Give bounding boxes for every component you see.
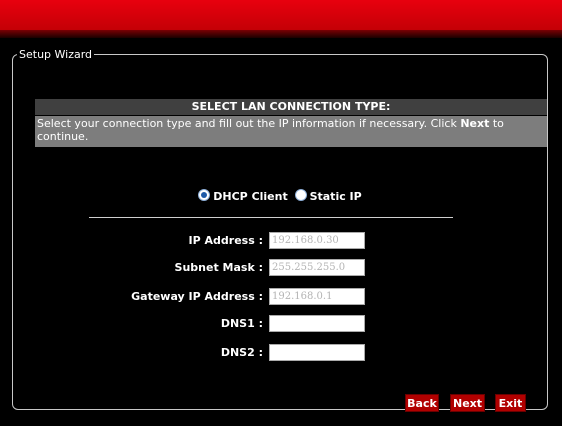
connection-type-selector: DHCP Client Static IP [13,189,547,203]
section-title: SELECT LAN CONNECTION TYPE: [35,99,547,115]
dns2-row: DNS2 : [13,344,547,361]
instructions-next-bold: Next [460,117,490,130]
dns1-input[interactable] [269,315,365,332]
gateway-ip-row: Gateway IP Address : [13,288,547,305]
setup-wizard-legend: Setup Wizard [19,48,93,61]
instructions-pre: Select your connection type and fill out… [37,117,461,130]
top-banner-shadow [0,30,562,38]
gateway-ip-input[interactable] [269,288,365,305]
static-ip-label[interactable]: Static IP [310,190,362,203]
ip-address-label: IP Address : [188,234,263,247]
static-ip-radio[interactable] [294,189,307,201]
subnet-mask-input[interactable] [269,259,365,276]
dns2-label: DNS2 : [220,346,263,359]
dns1-row: DNS1 : [13,315,547,332]
dns1-label: DNS1 : [220,317,263,330]
subnet-mask-label: Subnet Mask : [174,261,263,274]
dhcp-client-radio[interactable] [198,189,211,201]
next-button[interactable]: Next [450,394,485,412]
divider-line [89,217,453,218]
dhcp-client-label[interactable]: DHCP Client [213,190,287,203]
ip-address-input[interactable] [269,232,365,249]
dns2-input[interactable] [269,344,365,361]
exit-button[interactable]: Exit [495,394,526,412]
back-button[interactable]: Back [405,394,439,412]
ip-address-row: IP Address : [13,232,547,249]
subnet-mask-row: Subnet Mask : [13,259,547,276]
setup-wizard-panel: Setup Wizard SELECT LAN CONNECTION TYPE:… [12,48,548,412]
top-banner [0,0,562,30]
instructions-text: Select your connection type and fill out… [35,116,547,147]
gateway-ip-label: Gateway IP Address : [131,290,263,303]
